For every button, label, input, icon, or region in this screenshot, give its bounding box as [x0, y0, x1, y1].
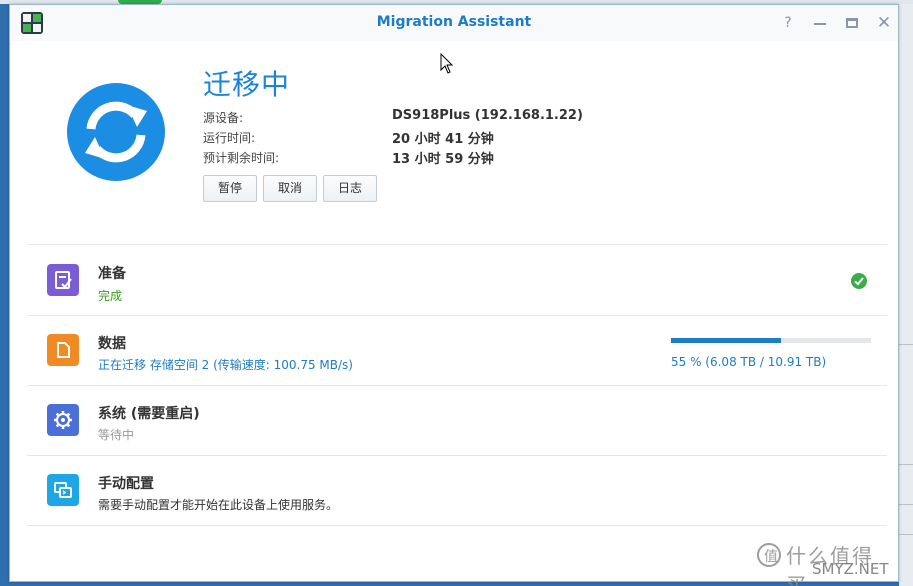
checklist-icon: [47, 264, 79, 296]
step-data-title: 数据: [98, 336, 126, 352]
source-device-value: DS918Plus (192.168.1.22): [392, 108, 583, 123]
document-icon: [47, 334, 79, 366]
log-button[interactable]: 日志: [323, 175, 377, 202]
step-manual-status: 需要手动配置才能开始在此设备上使用服务。: [98, 498, 339, 512]
maximize-icon: [846, 18, 858, 28]
divider: [27, 315, 887, 316]
step-manual-title: 手动配置: [98, 476, 154, 492]
cancel-button[interactable]: 取消: [263, 175, 317, 202]
window-title: Migration Assistant: [376, 14, 532, 30]
sync-icon: [67, 83, 165, 181]
manual-config-icon: [47, 474, 79, 506]
background-side-panel: [899, 4, 913, 586]
watermark-text-en: SMYZ.NET: [812, 560, 889, 578]
step-data-status: 正在迁移 存储空间 2 (传输速度: 100.75 MB/s): [98, 358, 353, 372]
divider: [27, 244, 887, 245]
mouse-cursor-icon: [440, 53, 454, 74]
divider: [27, 525, 887, 526]
step-system-title: 系统 (需要重启): [98, 406, 200, 422]
remaining-time-label: 预计剩余时间:: [203, 151, 280, 165]
step-prepare-status: 完成: [98, 289, 123, 303]
data-progress-text: 55 % (6.08 TB / 10.91 TB): [671, 355, 827, 369]
watermark-logo-icon: 值: [757, 543, 781, 567]
step-prepare-title: 准备: [98, 266, 126, 282]
svg-text:值: 值: [764, 549, 778, 565]
check-icon: [851, 273, 867, 289]
divider: [27, 385, 887, 386]
gear-icon: [47, 404, 79, 436]
help-button[interactable]: ?: [778, 13, 798, 33]
title-bar[interactable]: Migration Assistant ? ✕: [10, 5, 898, 41]
migration-assistant-window: Migration Assistant ? ✕ 迁移中 源设备: DS918Pl…: [9, 4, 899, 582]
source-device-label: 源设备:: [203, 111, 244, 125]
close-button[interactable]: ✕: [874, 13, 894, 33]
data-progress-bar: [671, 338, 871, 343]
watermark: 值 什么值得买 SMYZ.NET: [752, 540, 892, 586]
step-system-status: 等待中: [98, 428, 135, 442]
maximize-button[interactable]: [842, 13, 862, 33]
minimize-icon: [814, 23, 826, 25]
data-progress-fill: [671, 338, 781, 343]
divider: [27, 455, 887, 456]
minimize-button[interactable]: [810, 13, 830, 33]
remaining-time-value: 13 小时 59 分钟: [392, 152, 494, 167]
pause-button[interactable]: 暂停: [203, 175, 257, 202]
runtime-label: 运行时间:: [203, 131, 256, 145]
runtime-value: 20 小时 41 分钟: [392, 132, 494, 147]
migration-status-heading: 迁移中: [203, 68, 291, 101]
